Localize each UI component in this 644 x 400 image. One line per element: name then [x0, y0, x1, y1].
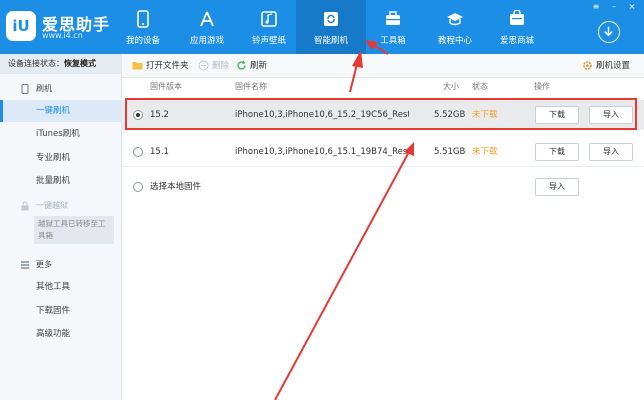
sidebar-item-download-firmware[interactable]: 下载固件 [0, 300, 122, 322]
sidebar-group-label: 更多 [36, 260, 52, 269]
store-icon [510, 10, 524, 25]
nav-label: 爱思商城 [499, 36, 534, 46]
nav-my-device[interactable]: 我的设备 [108, 0, 178, 54]
local-firmware-label: 选择本地固件 [150, 182, 202, 192]
toolbar: 打开文件夹 删除 刷新 刷机设置 [122, 54, 644, 78]
firmware-version: 15.1 [150, 147, 169, 157]
local-firmware-row[interactable]: 选择本地固件 导入 [122, 172, 644, 202]
nav-label: 我的设备 [125, 36, 160, 46]
local-firmware-radio[interactable] [133, 182, 143, 192]
nav-toolbox[interactable]: 工具箱 [358, 0, 428, 54]
sidebar-group-jailbreak: 一键越狱 [0, 197, 122, 215]
phone-icon [21, 84, 29, 94]
lock-icon [21, 201, 29, 211]
sidebar-item-other-tools[interactable]: 其他工具 [0, 276, 122, 298]
firmware-status: 未下载 [472, 147, 498, 157]
download-arrow-icon [604, 26, 613, 37]
nav-apps-games[interactable]: 应用游戏 [172, 0, 242, 54]
sidebar-item-one-click-flash[interactable]: 一键刷机 [0, 100, 122, 122]
refresh-label: 刷新 [250, 61, 268, 71]
refresh-icon [324, 12, 338, 26]
gear-icon [583, 61, 592, 70]
sidebar-item-pro-flash[interactable]: 专业刷机 [0, 147, 122, 169]
sidebar-item-batch-flash[interactable]: 批量刷机 [0, 170, 122, 192]
window-controls: ≡ – × [588, 2, 644, 12]
refresh-button[interactable]: 刷新 [236, 54, 276, 78]
header-name: 固件名称 [235, 82, 267, 91]
apps-icon [200, 11, 214, 27]
sidebar-group-label: 一键越狱 [36, 201, 68, 210]
header-action: 操作 [534, 82, 550, 91]
import-button[interactable]: 导入 [589, 143, 633, 161]
delete-label: 删除 [212, 61, 230, 71]
header-status: 状态 [472, 82, 488, 91]
sidebar-item-itunes-flash[interactable]: iTunes刷机 [0, 123, 122, 145]
refresh-icon [237, 60, 246, 70]
sidebar-group-more: 更多 [0, 256, 122, 274]
sidebar-item-advanced[interactable]: 高级功能 [0, 323, 122, 345]
nav-store[interactable]: 爱思商城 [482, 0, 552, 54]
delete-icon [198, 60, 209, 71]
top-header: iU 爱思助手 www.i4.cn 我的设备 应用游戏 铃声壁纸 智能刷机 工具… [0, 0, 644, 54]
sidebar-group-flash: 刷机 [0, 80, 122, 98]
open-folder-label: 打开文件夹 [146, 61, 189, 71]
local-import-button[interactable]: 导入 [535, 178, 579, 196]
app-url: www.i4.cn [42, 31, 83, 40]
nav-smart-flash[interactable]: 智能刷机 [296, 0, 366, 54]
firmware-name: iPhone10,3,iPhone10,6_15.1_19B74_Restore… [235, 147, 409, 157]
phone-icon [137, 10, 149, 28]
graduation-cap-icon [447, 13, 463, 26]
firmware-radio[interactable] [133, 147, 143, 157]
menu-icon[interactable]: ≡ [590, 2, 602, 11]
nav-tutorial[interactable]: 教程中心 [420, 0, 490, 54]
nav-label: 铃声壁纸 [251, 36, 286, 46]
minimize-icon[interactable]: – [608, 2, 620, 11]
close-icon[interactable]: × [626, 2, 638, 11]
open-folder-button[interactable]: 打开文件夹 [132, 54, 204, 78]
logo-badge: iU [6, 11, 36, 41]
flash-settings-label: 刷机设置 [596, 61, 631, 71]
download-button[interactable]: 下载 [535, 143, 579, 161]
flash-settings-button[interactable]: 刷机设置 [582, 54, 642, 78]
nav-label: 智能刷机 [313, 36, 348, 46]
nav-label: 教程中心 [437, 36, 472, 46]
toolbox-icon [386, 11, 400, 25]
firmware-size: 5.51GB [434, 147, 466, 157]
device-status-bar: 设备连接状态：恢复模式 [0, 54, 122, 74]
folder-icon [132, 62, 143, 70]
delete-button[interactable]: 删除 [198, 54, 238, 78]
device-status-value: 恢复模式 [64, 59, 96, 68]
list-icon [21, 261, 29, 269]
header-size: 大小 [443, 82, 459, 91]
nav-ringtones[interactable]: 铃声壁纸 [234, 0, 304, 54]
header-version: 固件版本 [150, 82, 182, 91]
highlight-box [125, 98, 637, 130]
sidebar: 设备连接状态：恢复模式 刷机 一键刷机 iTunes刷机 专业刷机 批量刷机 一… [0, 54, 122, 400]
nav-label: 工具箱 [380, 36, 406, 46]
table-row[interactable]: 15.1 iPhone10,3,iPhone10,6_15.1_19B74_Re… [122, 137, 644, 167]
sidebar-group-label: 刷机 [36, 84, 52, 93]
nav-label: 应用游戏 [189, 36, 224, 46]
download-manager-button[interactable] [598, 21, 620, 43]
jailbreak-moved-note: 越狱工具已转移至工具箱 [34, 216, 114, 244]
music-icon [261, 11, 277, 27]
table-header: 固件版本 固件名称 大小 状态 操作 [122, 79, 644, 95]
device-status-label: 设备连接状态： [8, 59, 64, 68]
